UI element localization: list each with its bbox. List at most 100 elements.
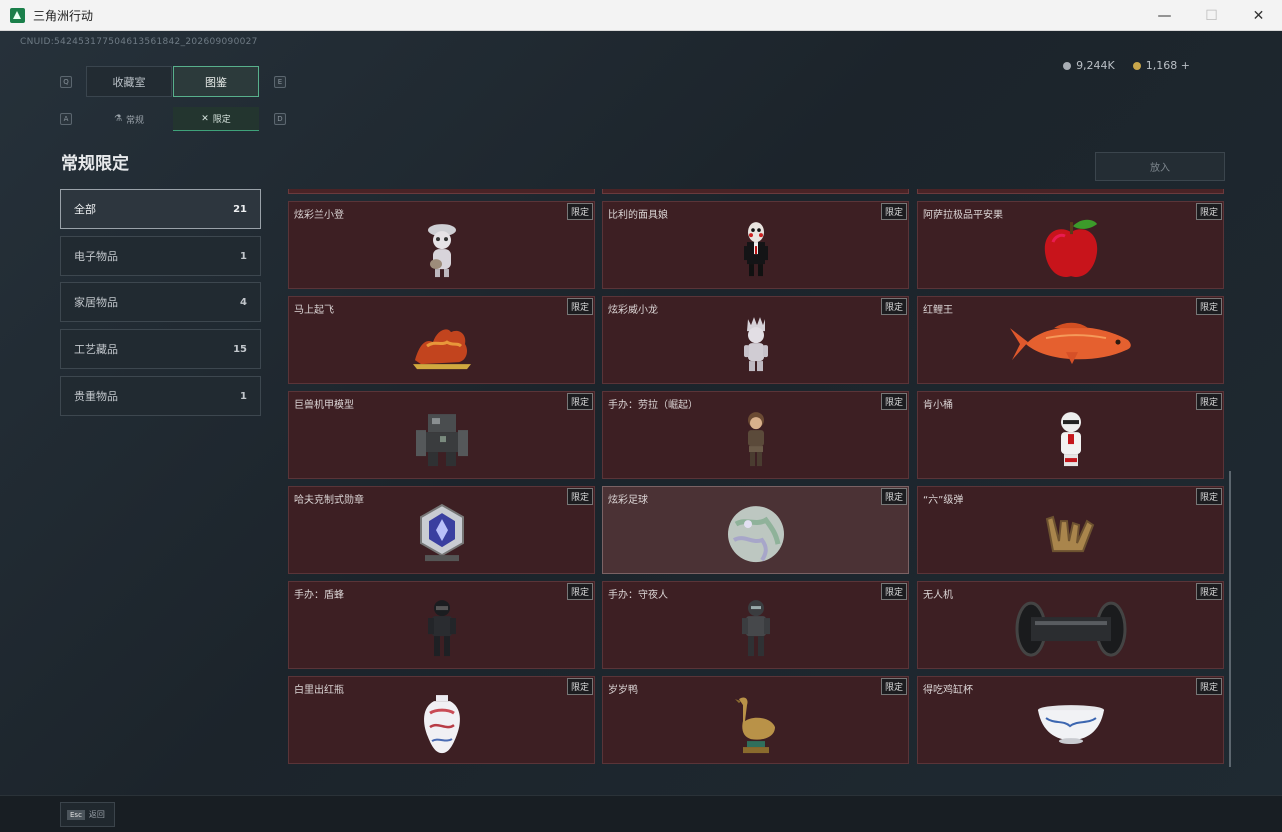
item-name: 白里出红瓶 [294,685,344,696]
item-card[interactable]: 肯小桶 限定 [917,391,1224,479]
hand-gesture-icon [1006,500,1136,568]
category-label: 家居物品 [74,296,118,309]
esc-key-hint: Esc [67,809,85,820]
mech-model-icon [377,405,507,473]
limited-tag: 限定 [566,583,593,600]
item-name: 炫彩兰小登 [294,210,344,221]
category-label: 电子物品 [74,250,118,263]
category-count: 15 [233,343,247,355]
limited-tag: 限定 [880,678,907,695]
item-card[interactable]: “六”级弹 限定 [917,486,1224,574]
window-titlebar: 三角洲行动 — ☐ ✕ [0,0,1282,31]
item-card[interactable]: 无人机 限定 [917,581,1224,669]
gold-coin-icon [1132,61,1141,70]
flask-icon: ⚗ [113,114,123,124]
tab-codex[interactable]: 图鉴 [173,66,259,97]
limited-tag: 限定 [880,393,907,410]
limited-tag: 限定 [1195,678,1222,695]
item-card[interactable]: 哈夫克制式勋章 限定 [288,486,595,574]
item-card[interactable]: 马上起飞 限定 [288,296,595,384]
category-crafts[interactable]: 工艺藏品 15 [60,329,261,369]
category-count: 4 [240,296,247,308]
limited-tag: 限定 [566,203,593,220]
subtab-limited-label: 限定 [212,115,231,125]
football-icon [691,500,821,568]
item-card[interactable]: 阿萨拉极品平安果 限定 [917,201,1224,289]
item-card[interactable]: 得吃鸡缸杯 限定 [917,676,1224,764]
limited-tag: 限定 [1195,298,1222,315]
limited-tag: 限定 [566,488,593,505]
silver-amount: 9,244K [1076,59,1115,72]
limited-tag: 限定 [880,488,907,505]
drone-roller-icon [1006,595,1136,663]
apple-icon [1006,215,1136,283]
porcelain-cup-icon [1006,690,1136,758]
limited-tag: 限定 [880,583,907,600]
limited-tag: 限定 [880,298,907,315]
item-card[interactable]: 白里出红瓶 限定 [288,676,595,764]
item-name: 炫彩足球 [608,495,648,506]
item-name: 阿萨拉极品平安果 [923,210,1003,221]
item-card[interactable]: 比利的面具娘 限定 [602,201,909,289]
item-card[interactable]: 巨兽机甲模型 限定 [288,391,595,479]
item-name: 手办：守夜人 [608,590,668,601]
category-count: 21 [233,203,247,215]
soldier-figure-icon [377,595,507,663]
medal-icon [377,500,507,568]
deposit-button[interactable]: 放入 [1095,152,1225,181]
category-valuables[interactable]: 贵重物品 1 [60,376,261,416]
limited-tag: 限定 [1195,393,1222,410]
item-name: 肯小桶 [923,400,953,411]
silver-currency[interactable]: 9,244K [1063,59,1115,72]
item-card[interactable]: 炫彩威小龙 限定 [602,296,909,384]
item-card[interactable]: 炫彩足球 限定 [602,486,909,574]
limited-tag: 限定 [880,203,907,220]
item-card[interactable]: 手办：盾蜂 限定 [288,581,595,669]
white-figure-icon [691,310,821,378]
category-electronics[interactable]: 电子物品 1 [60,236,261,276]
lara-figure-icon [691,405,821,473]
puppet-figure-icon [691,215,821,283]
grid-scrollbar[interactable] [1229,471,1231,767]
window-controls: — ☐ ✕ [1141,0,1282,31]
item-card[interactable]: 手办：劳拉（崛起） 限定 [602,391,909,479]
item-name: 巨兽机甲模型 [294,400,354,411]
page-title: 常规限定 [61,154,129,174]
category-all[interactable]: 全部 21 [60,189,261,229]
subtab-regular[interactable]: ⚗ 常规 [86,107,172,131]
key-hint-a: A [60,113,72,125]
game-screen: CNUID:542453177504613561842_202609090027… [0,31,1282,832]
gold-currency[interactable]: 1,168 + [1132,59,1190,72]
category-household[interactable]: 家居物品 4 [60,282,261,322]
close-button[interactable]: ✕ [1235,0,1282,31]
gold-amount: 1,168 + [1145,59,1190,72]
category-label: 全部 [74,203,96,216]
item-name: 手办：盾蜂 [294,590,344,601]
bronze-duck-icon [691,690,821,758]
item-card[interactable]: 红鲤王 限定 [917,296,1224,384]
key-hint-e: E [274,76,286,88]
back-button[interactable]: Esc 返回 [60,802,115,827]
silver-coin-icon [1063,61,1072,70]
item-name: 手办：劳拉（崛起） [608,400,698,411]
minimize-button[interactable]: — [1141,0,1188,31]
item-card[interactable]: 手办：守夜人 限定 [602,581,909,669]
tab-collection-room[interactable]: 收藏室 [86,66,172,97]
subtab-regular-label: 常规 [126,115,145,126]
bucket-figure-icon [1006,405,1136,473]
crossed-icon: ✕ [201,113,209,124]
maximize-button[interactable]: ☐ [1188,0,1235,31]
item-card[interactable]: 岁岁鸭 限定 [602,676,909,764]
carp-fish-icon [1006,310,1136,378]
limited-tag: 限定 [566,393,593,410]
item-name: 岁岁鸭 [608,685,638,696]
key-hint-q: Q [60,76,72,88]
key-hint-d: D [274,113,286,125]
category-count: 1 [240,390,247,402]
item-name: 得吃鸡缸杯 [923,685,973,696]
subtab-limited[interactable]: ✕ 限定 [173,107,259,131]
item-card[interactable]: 炫彩兰小登 限定 [288,201,595,289]
item-name: 红鲤王 [923,305,953,316]
currency-bar: 9,244K 1,168 + [1063,59,1190,72]
doll-figure-icon [377,215,507,283]
